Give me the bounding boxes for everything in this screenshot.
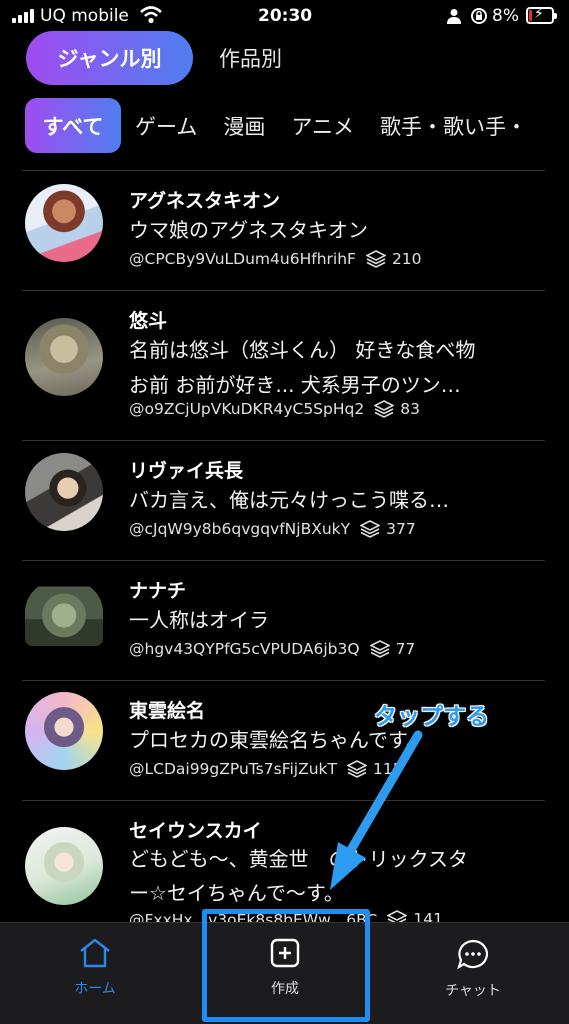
tab-work[interactable]: 作品別 xyxy=(219,43,282,73)
nav-home-label: ホーム xyxy=(74,981,116,997)
character-name: セイウンスカイ xyxy=(129,820,262,842)
chat-count: 377 xyxy=(386,520,416,538)
layers-icon xyxy=(374,400,395,418)
chat-count: 210 xyxy=(391,250,422,268)
primary-tabs: ジャンル別 作品別 xyxy=(26,31,282,85)
genre-chip-all[interactable]: すべて xyxy=(25,98,121,153)
character-handle: @CPCBy9VuLDum4u6HfhrihF xyxy=(129,250,356,268)
status-bar: UQ mobile 20:30 8% ⚡ xyxy=(0,0,569,34)
character-description: バカ言え、俺は元々けっこう喋る… xyxy=(129,488,449,512)
character-meta: @o9ZCjUpVKuDKR4yC5SpHq2 83 xyxy=(129,400,420,418)
character-avatar xyxy=(25,453,103,531)
character-name: ナナチ xyxy=(129,580,187,602)
character-meta: @CPCBy9VuLDum4u6HfhrihF 210 xyxy=(129,250,422,268)
character-row[interactable]: セイウンスカイ どもども〜、黄金世 のトリックスタ ー☆セイちゃんで〜す。 @F… xyxy=(0,800,569,929)
character-name: リヴァイ兵長 xyxy=(129,460,244,482)
character-handle: @o9ZCjUpVKuDKR4yC5SpHq2 xyxy=(129,400,365,418)
chat-count: 83 xyxy=(400,400,420,418)
annotation-highlight-box xyxy=(202,909,370,1022)
rotation-lock-icon xyxy=(470,7,488,30)
character-name: 悠斗 xyxy=(129,310,168,332)
genre-filter-bar: すべて ゲーム 漫画 アニメ 歌手・歌い手・ xyxy=(25,98,527,153)
character-handle: @hgv43QYPfG5cVPUDA6jb3Q xyxy=(129,640,360,658)
character-avatar xyxy=(25,184,103,262)
annotation-label: タップする xyxy=(374,704,489,730)
character-description-line2: お前 お前が好き... 犬系男子のツン… xyxy=(129,373,461,397)
character-meta: @LCDai99gZPuTs7sFijZukT 115 xyxy=(129,760,403,778)
character-avatar xyxy=(25,578,103,646)
home-icon xyxy=(78,938,112,978)
wifi-icon xyxy=(140,6,162,29)
layers-icon xyxy=(346,760,367,778)
character-name: 東雲絵名 xyxy=(129,700,206,722)
character-row[interactable]: リヴァイ兵長 バカ言え、俺は元々けっこう喋る… @cJqW9y8b6qvgqvf… xyxy=(0,440,569,560)
signal-icon xyxy=(12,9,34,23)
person-icon xyxy=(447,8,461,29)
character-row[interactable]: 悠斗 名前は悠斗（悠斗くん） 好きな食べ物 お前 お前が好き... 犬系男子のツ… xyxy=(0,290,569,440)
character-meta: @hgv43QYPfG5cVPUDA6jb3Q 77 xyxy=(129,640,415,658)
character-name: アグネスタキオン xyxy=(129,190,281,212)
layers-icon xyxy=(369,640,390,658)
genre-chip-manga[interactable]: 漫画 xyxy=(223,111,265,141)
character-description: 一人称はオイラ xyxy=(129,608,269,632)
chat-bubble-icon xyxy=(456,938,490,980)
chat-count: 115 xyxy=(372,760,403,778)
nav-chat-label: チャット xyxy=(445,983,501,999)
character-row[interactable]: アグネスタキオン ウマ娘のアグネスタキオン @CPCBy9VuLDum4u6Hf… xyxy=(0,170,569,290)
character-meta: @cJqW9y8b6qvgqvfNjBXukY 377 xyxy=(129,520,416,538)
character-description: 名前は悠斗（悠斗くん） 好きな食べ物 xyxy=(129,338,476,362)
battery-percentage: 8% xyxy=(492,6,519,26)
character-avatar xyxy=(25,692,103,770)
genre-chip-singer[interactable]: 歌手・歌い手・ xyxy=(380,111,527,141)
genre-chip-game[interactable]: ゲーム xyxy=(135,111,197,141)
battery-icon: ⚡ xyxy=(526,6,557,24)
character-avatar xyxy=(25,318,103,396)
character-row[interactable]: ナナチ 一人称はオイラ @hgv43QYPfG5cVPUDA6jb3Q 77 xyxy=(0,560,569,680)
character-description: ウマ娘のアグネスタキオン xyxy=(129,218,368,242)
character-handle: @LCDai99gZPuTs7sFijZukT xyxy=(129,760,337,778)
clock: 20:30 xyxy=(258,6,313,26)
genre-chip-anime[interactable]: アニメ xyxy=(291,111,354,141)
tab-genre[interactable]: ジャンル別 xyxy=(26,31,193,85)
layers-icon xyxy=(365,250,386,268)
character-avatar xyxy=(25,827,103,905)
character-description-line2: ー☆セイちゃんで〜す。 xyxy=(129,881,344,905)
character-description: どもども〜、黄金世 のトリックスタ xyxy=(129,847,468,871)
nav-chat[interactable]: チャット xyxy=(438,938,508,1000)
carrier-name: UQ mobile xyxy=(40,6,129,26)
chat-count: 77 xyxy=(395,640,416,658)
layers-icon xyxy=(360,520,381,538)
character-handle: @cJqW9y8b6qvgqvfNjBXukY xyxy=(129,520,351,538)
nav-home[interactable]: ホーム xyxy=(60,938,130,998)
